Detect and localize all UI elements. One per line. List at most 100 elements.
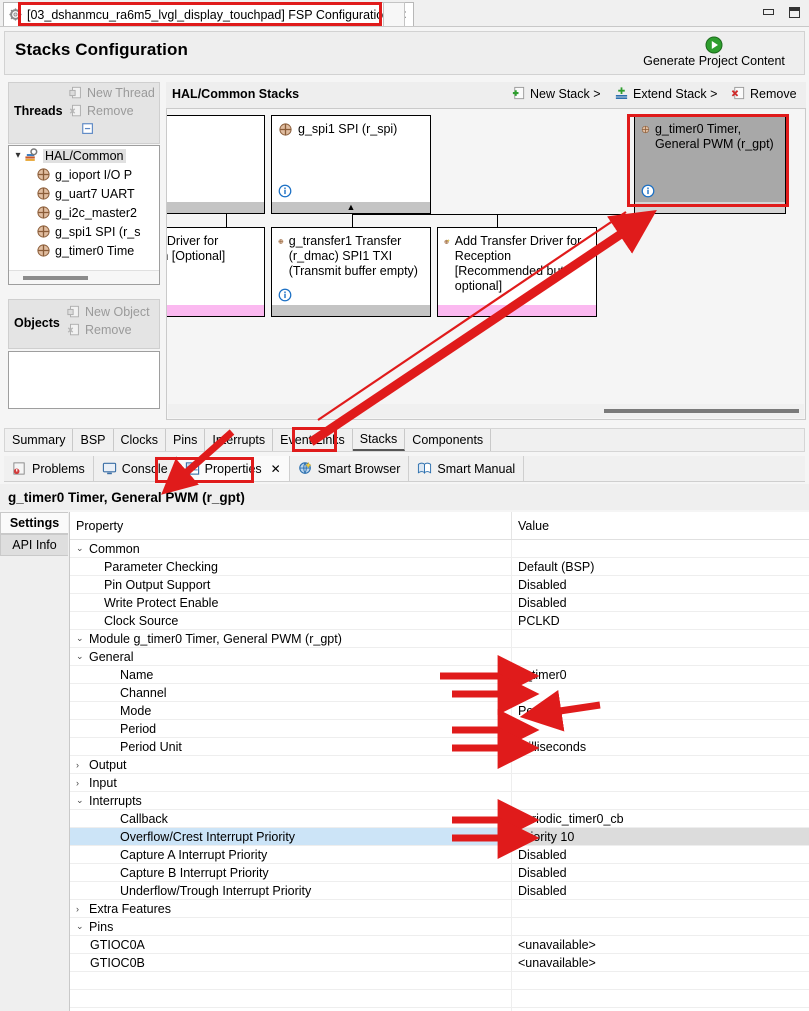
stack-box-i2c-master[interactable]: master) — [167, 115, 265, 214]
property-row[interactable]: Name g_timer0 — [70, 666, 809, 684]
property-row[interactable]: ⌄ General — [70, 648, 809, 666]
property-row[interactable]: Clock Source PCLKD — [70, 612, 809, 630]
property-value-cell[interactable] — [511, 792, 809, 809]
stacks-canvas-hscrollbar-thumb[interactable] — [604, 409, 799, 413]
property-row[interactable]: ⌄ Module g_timer0 Timer, General PWM (r_g… — [70, 630, 809, 648]
remove-thread-button[interactable]: Remove — [69, 104, 134, 118]
stack-box-add-transfer-driver[interactable]: Add Transfer Driver for Reception [Recom… — [437, 227, 597, 317]
property-row[interactable]: Period 1 — [70, 720, 809, 738]
property-value-cell[interactable] — [511, 540, 809, 557]
generate-project-content-button[interactable]: Generate Project Content — [630, 34, 798, 68]
property-row[interactable]: Capture A Interrupt Priority Disabled — [70, 846, 809, 864]
new-thread-button[interactable]: New Thread — [69, 86, 155, 100]
property-value-cell[interactable] — [511, 648, 809, 665]
threads-tree-hscrollbar[interactable] — [9, 270, 159, 284]
expand-up-arrow-icon[interactable]: ▲ — [347, 202, 356, 213]
property-value-cell[interactable]: Disabled — [511, 846, 809, 863]
view-tab-smart-browser[interactable]: Smart Browser — [290, 456, 410, 481]
property-value-cell[interactable] — [511, 972, 809, 989]
property-value-cell[interactable] — [511, 900, 809, 917]
thread-tree-item-halcommon[interactable]: ▾ HAL/Common — [9, 146, 159, 165]
config-tab-event-links[interactable]: Event Links — [273, 429, 353, 451]
collapse-all-button[interactable] — [81, 122, 95, 136]
stack-box-g-transfer1[interactable]: g_transfer1 Transfer (r_dmac) SPI1 TXI (… — [271, 227, 431, 317]
view-tab-smart-manual[interactable]: Smart Manual — [409, 456, 525, 481]
property-row[interactable]: Mode Periodic — [70, 702, 809, 720]
chevron-down-icon[interactable]: ⌄ — [76, 651, 89, 662]
new-stack-button[interactable]: New Stack > — [511, 86, 601, 101]
info-icon[interactable] — [641, 184, 655, 198]
chevron-down-icon[interactable]: ▾ — [12, 150, 24, 161]
property-row[interactable]: Pin Output Support Disabled — [70, 576, 809, 594]
property-row[interactable]: ⌄ Pins — [70, 918, 809, 936]
property-row[interactable]: Capture B Interrupt Priority Disabled — [70, 864, 809, 882]
property-value-cell[interactable] — [511, 918, 809, 935]
objects-list[interactable] — [8, 351, 160, 409]
property-value-cell[interactable]: Milliseconds — [511, 738, 809, 755]
config-tab-clocks[interactable]: Clocks — [114, 429, 167, 451]
property-row[interactable]: › Input — [70, 774, 809, 792]
stacks-canvas-hscrollbar[interactable] — [168, 404, 804, 418]
property-value-cell[interactable]: PCLKD — [511, 612, 809, 629]
property-row[interactable]: Period Unit Milliseconds — [70, 738, 809, 756]
property-value-cell[interactable]: Disabled — [511, 864, 809, 881]
property-row[interactable]: › Extra Features — [70, 900, 809, 918]
config-tab-interrupts[interactable]: Interrupts — [205, 429, 274, 451]
property-row[interactable]: Parameter Checking Default (BSP) — [70, 558, 809, 576]
properties-table[interactable]: Property Value ⌄ Common Parameter Checking… — [70, 512, 809, 1011]
view-tab-problems[interactable]: Problems — [4, 456, 94, 481]
property-row[interactable]: ⌄ Interrupts — [70, 792, 809, 810]
property-value-cell[interactable]: g_timer0 — [511, 666, 809, 683]
property-row[interactable]: GTIOC0B <unavailable> — [70, 954, 809, 972]
threads-tree-hscrollbar-thumb[interactable] — [23, 276, 88, 280]
property-value-cell[interactable] — [511, 756, 809, 773]
property-row[interactable]: Write Protect Enable Disabled — [70, 594, 809, 612]
property-value-cell[interactable]: Disabled — [511, 576, 809, 593]
maximize-button[interactable] — [783, 3, 805, 21]
properties-side-tab-api-info[interactable]: API Info — [0, 534, 68, 556]
close-icon[interactable]: ✕ — [271, 462, 281, 476]
chevron-down-icon[interactable]: ⌄ — [76, 921, 89, 932]
property-row[interactable] — [70, 972, 809, 990]
view-tab-console[interactable]: Console — [94, 456, 177, 481]
property-row[interactable]: Channel 0 — [70, 684, 809, 702]
stack-box-g-timer0[interactable]: g_timer0 Timer, General PWM (r_gpt) — [634, 115, 786, 214]
property-value-cell[interactable]: <unavailable> — [511, 954, 809, 971]
property-value-cell[interactable]: Periodic — [511, 702, 809, 719]
chevron-down-icon[interactable]: ⌄ — [76, 543, 89, 554]
chevron-down-icon[interactable]: ⌄ — [76, 795, 89, 806]
thread-tree-item-g_ioport[interactable]: g_ioport I/O P — [9, 165, 159, 184]
config-tab-bsp[interactable]: BSP — [73, 429, 114, 451]
property-row[interactable] — [70, 990, 809, 1008]
new-object-button[interactable]: New Object — [67, 305, 150, 319]
property-row[interactable]: GTIOC0A <unavailable> — [70, 936, 809, 954]
chevron-right-icon[interactable]: › — [76, 760, 89, 770]
remove-object-button[interactable]: Remove — [67, 323, 132, 337]
threads-tree[interactable]: ▾ HAL/Common g_ioport I/O P g_uart7 UART g_i… — [8, 145, 160, 285]
info-icon[interactable] — [278, 184, 292, 198]
view-tab-properties[interactable]: Properties ✕ — [176, 456, 290, 481]
config-tab-summary[interactable]: Summary — [5, 429, 74, 451]
property-value-cell[interactable]: 0 — [511, 684, 809, 701]
stacks-canvas[interactable]: master) g_spi1 SPI (r_spi) — [166, 108, 806, 420]
extend-stack-button[interactable]: Extend Stack > — [614, 86, 717, 101]
property-value-cell[interactable]: periodic_timer0_cb — [511, 810, 809, 827]
chevron-down-icon[interactable]: ⌄ — [76, 633, 89, 644]
config-tab-components[interactable]: Components — [405, 429, 492, 451]
property-value-cell[interactable]: Disabled — [511, 594, 809, 611]
editor-tab-fsp-configuration[interactable]: [03_dshanmcu_ra6m5_lvgl_display_touchpad… — [3, 2, 415, 26]
property-row[interactable]: Overflow/Crest Interrupt Priority Priorit… — [70, 828, 809, 846]
chevron-right-icon[interactable]: › — [76, 778, 89, 788]
remove-stack-button[interactable]: Remove — [731, 86, 797, 101]
property-value-cell[interactable]: Default (BSP) — [511, 558, 809, 575]
chevron-right-icon[interactable]: › — [76, 904, 89, 914]
property-value-cell[interactable]: Priority 10 — [511, 828, 809, 845]
thread-tree-item-g_i2c_master2[interactable]: g_i2c_master2 — [9, 203, 159, 222]
thread-tree-item-g_uart7[interactable]: g_uart7 UART — [9, 184, 159, 203]
thread-tree-item-g_timer0[interactable]: g_timer0 Time — [9, 241, 159, 260]
property-value-cell[interactable] — [511, 630, 809, 647]
property-value-cell[interactable] — [511, 774, 809, 791]
property-value-cell[interactable]: Disabled — [511, 882, 809, 899]
property-row[interactable]: Underflow/Trough Interrupt Priority Disab… — [70, 882, 809, 900]
config-tab-stacks[interactable]: Stacks — [352, 429, 406, 451]
